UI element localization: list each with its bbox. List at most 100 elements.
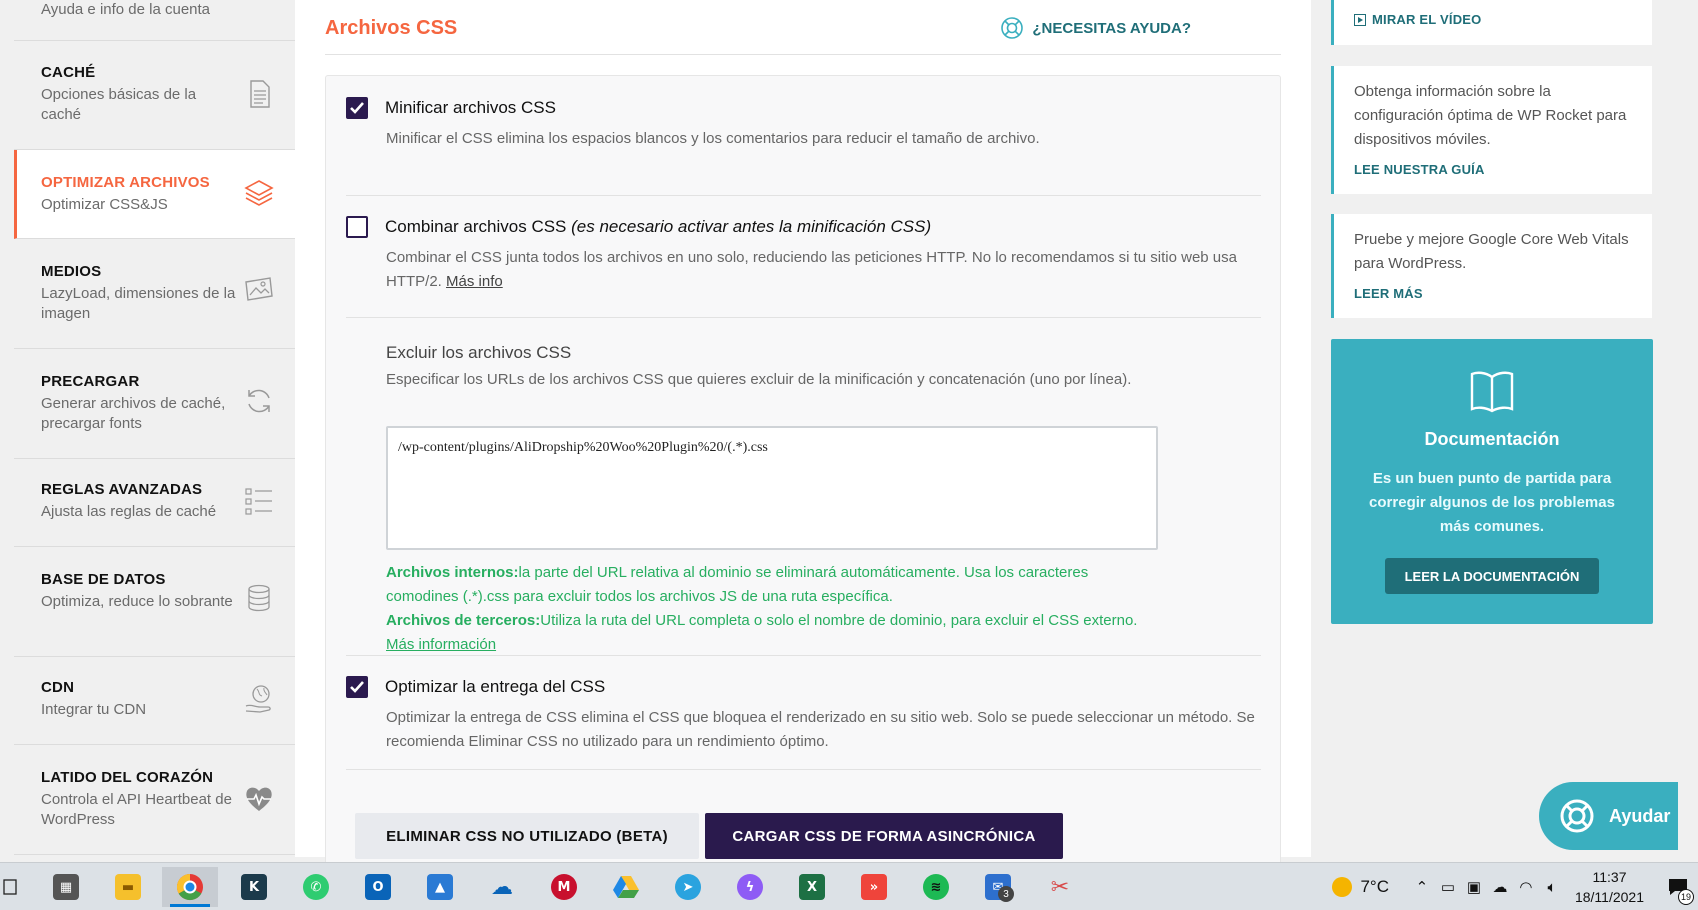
chevron-up-icon[interactable]: ⌃ — [1409, 878, 1435, 896]
sidebar-item-desc: Controla el API Heartbeat de WordPress — [41, 791, 232, 828]
kindle-icon: K — [241, 874, 267, 900]
help-bubble-button[interactable]: Ayudar — [1539, 782, 1678, 850]
lifebuoy-icon — [1001, 17, 1024, 39]
device-icon[interactable]: ▣ — [1461, 878, 1487, 896]
excel-icon: X — [799, 874, 825, 900]
sidebar-item-media[interactable]: MEDIOS LazyLoad, dimensiones de la image… — [14, 239, 295, 349]
css-delivery-option: Optimizar la entrega del CSS Optimizar l… — [346, 656, 1261, 770]
taskbar-calculator[interactable]: ▦ — [38, 867, 94, 907]
notification-center-button[interactable]: 19 — [1658, 863, 1698, 910]
sidebar-item-desc: Ayuda e info de la cuenta — [41, 1, 211, 18]
sidebar-item-desc: LazyLoad, dimensiones de la imagen — [41, 285, 236, 322]
more-information-link[interactable]: Más información — [386, 636, 496, 653]
taskbar-outlook[interactable]: O — [350, 867, 406, 907]
clock-time: 11:37 — [1592, 869, 1627, 885]
third-party-label: Archivos de terceros: — [386, 612, 541, 629]
task-view-button[interactable] — [0, 867, 36, 907]
taskbar-spotify[interactable]: ≋ — [908, 867, 964, 907]
calculator-icon: ▦ — [53, 874, 79, 900]
need-help-label: ¿NECESITAS AYUDA? — [1032, 19, 1191, 37]
taskbar-photos[interactable]: ▲ — [412, 867, 468, 907]
css-files-panel: Minificar archivos CSS Minificar el CSS … — [325, 75, 1281, 875]
title-divider — [325, 54, 1281, 55]
taskbar-excel[interactable]: X — [784, 867, 840, 907]
watch-video-link[interactable]: MIRAR EL VÍDEO — [1354, 12, 1632, 27]
taskbar-anydesk[interactable]: » — [846, 867, 902, 907]
mobile-guide-card: Obtenga información sobre la configuraci… — [1331, 66, 1652, 194]
weather-temp: 7°C — [1360, 877, 1389, 896]
windows-taskbar: ▦ ▬ K ✆ O ▲ ☁ M ➤ ϟ X » ≋ ✉ 3 ✂ 7°C ⌃ ▭ … — [0, 862, 1698, 910]
sidebar-item-advanced-rules[interactable]: REGLAS AVANZADAS Ajusta las reglas de ca… — [14, 459, 295, 547]
whatsapp-icon: ✆ — [303, 874, 329, 900]
weather-widget[interactable]: 7°C — [1332, 877, 1389, 897]
image-icon — [245, 277, 273, 301]
load-css-async-button[interactable]: CARGAR CSS DE FORMA ASINCRÓNICA — [705, 813, 1063, 859]
read-guide-link[interactable]: LEE NUESTRA GUÍA — [1354, 162, 1632, 177]
section-title: Archivos CSS — [325, 17, 458, 39]
taskbar-telegram[interactable]: ➤ — [660, 867, 716, 907]
css-delivery-checkbox[interactable] — [346, 676, 368, 698]
spotify-icon: ≋ — [923, 874, 949, 900]
system-tray: 7°C ⌃ ▭ ▣ ☁ ◠ 🔈︎ 11:37 18/11/2021 19 — [1332, 863, 1698, 910]
layers-icon — [244, 180, 274, 206]
settings-sidebar: Ayuda e info de la cuenta CACHÉ Opciones… — [0, 0, 295, 857]
taskbar-onedrive[interactable]: ☁ — [474, 867, 530, 907]
documentation-title: Documentación — [1424, 429, 1560, 449]
exclude-css-textarea[interactable]: /wp-content/plugins/AliDropship%20Woo%20… — [386, 426, 1158, 550]
notification-count: 19 — [1678, 889, 1694, 905]
combine-css-desc: Combinar el CSS junta todos los archivos… — [386, 246, 1256, 294]
combine-css-label[interactable]: Combinar archivos CSS (es necesario acti… — [385, 217, 931, 237]
taskbar-messenger[interactable]: ϟ — [722, 867, 778, 907]
main-content: Archivos CSS ¿NECESITAS AYUDA? Minificar… — [295, 0, 1311, 875]
combine-css-desc-text: Combinar el CSS junta todos los archivos… — [386, 249, 1237, 290]
anydesk-icon: » — [861, 874, 887, 900]
minify-css-label[interactable]: Minificar archivos CSS — [385, 98, 556, 118]
snip-icon: ✂ — [1050, 874, 1070, 900]
wifi-icon[interactable]: ◠ — [1513, 878, 1539, 896]
sidebar-item-account[interactable]: Ayuda e info de la cuenta — [14, 0, 295, 41]
taskbar-chrome[interactable] — [162, 867, 218, 907]
taskbar-file-explorer[interactable]: ▬ — [100, 867, 156, 907]
volume-icon[interactable]: 🔈︎ — [1539, 879, 1565, 896]
cloud-icon[interactable]: ☁ — [1487, 878, 1513, 896]
taskbar-kindle[interactable]: K — [226, 867, 282, 907]
taskbar-mail[interactable]: ✉ 3 — [970, 867, 1026, 907]
combine-css-checkbox[interactable] — [346, 216, 368, 238]
clock[interactable]: 11:37 18/11/2021 — [1575, 867, 1644, 907]
checkmark-icon — [350, 102, 364, 114]
checkmark-icon — [350, 681, 364, 693]
need-help-link[interactable]: ¿NECESITAS AYUDA? — [1000, 16, 1191, 40]
sidebar-item-optimize-files[interactable]: OPTIMIZAR ARCHIVOS Optimizar CSS&JS — [14, 150, 295, 239]
sidebar-item-desc: Opciones básicas de la caché — [41, 86, 197, 123]
battery-icon[interactable]: ▭ — [1435, 878, 1461, 896]
video-card: medir la velocidad de tu sitio web MIRAR… — [1331, 0, 1652, 45]
sidebar-item-database[interactable]: BASE DE DATOS Optimiza, reduce lo sobran… — [14, 547, 295, 657]
read-documentation-button[interactable]: LEER LA DOCUMENTACIÓN — [1385, 558, 1599, 594]
exclude-css-title: Excluir los archivos CSS — [386, 343, 572, 362]
css-delivery-label[interactable]: Optimizar la entrega del CSS — [385, 677, 605, 697]
sidebar-item-desc: Generar archivos de caché, precargar fon… — [41, 395, 226, 432]
remove-unused-css-button[interactable]: ELIMINAR CSS NO UTILIZADO (BETA) — [355, 813, 699, 859]
video-card-text: medir la velocidad de tu sitio web — [1354, 0, 1632, 8]
mail-badge: 3 — [998, 886, 1014, 902]
taskbar-google-drive[interactable] — [598, 867, 654, 907]
combine-css-label-text: Combinar archivos CSS — [385, 217, 567, 236]
taskbar-whatsapp[interactable]: ✆ — [288, 867, 344, 907]
help-bubble-label: Ayudar — [1609, 805, 1671, 826]
sidebar-item-cdn[interactable]: CDN Integrar tu CDN — [14, 657, 295, 745]
read-more-link[interactable]: LEER MÁS — [1354, 286, 1632, 301]
account-icon — [243, 0, 275, 14]
database-icon — [248, 584, 270, 612]
documentation-text: Es un buen punto de partida para corregi… — [1369, 470, 1615, 535]
minify-css-desc: Minificar el CSS elimina los espacios bl… — [386, 130, 1040, 147]
sidebar-item-preload[interactable]: PRECARGAR Generar archivos de caché, pre… — [14, 349, 295, 459]
taskbar-snip[interactable]: ✂ — [1032, 867, 1088, 907]
more-info-link[interactable]: Más info — [446, 273, 503, 290]
sidebar-item-heartbeat[interactable]: LATIDO DEL CORAZÓN Controla el API Heart… — [14, 745, 295, 855]
heartbeat-icon — [246, 787, 272, 811]
minify-css-checkbox[interactable] — [346, 97, 368, 119]
document-icon — [250, 80, 270, 108]
taskbar-mcafee[interactable]: M — [536, 867, 592, 907]
right-sidebar: medir la velocidad de tu sitio web MIRAR… — [1311, 0, 1698, 857]
sidebar-item-cache[interactable]: CACHÉ Opciones básicas de la caché — [14, 42, 295, 150]
